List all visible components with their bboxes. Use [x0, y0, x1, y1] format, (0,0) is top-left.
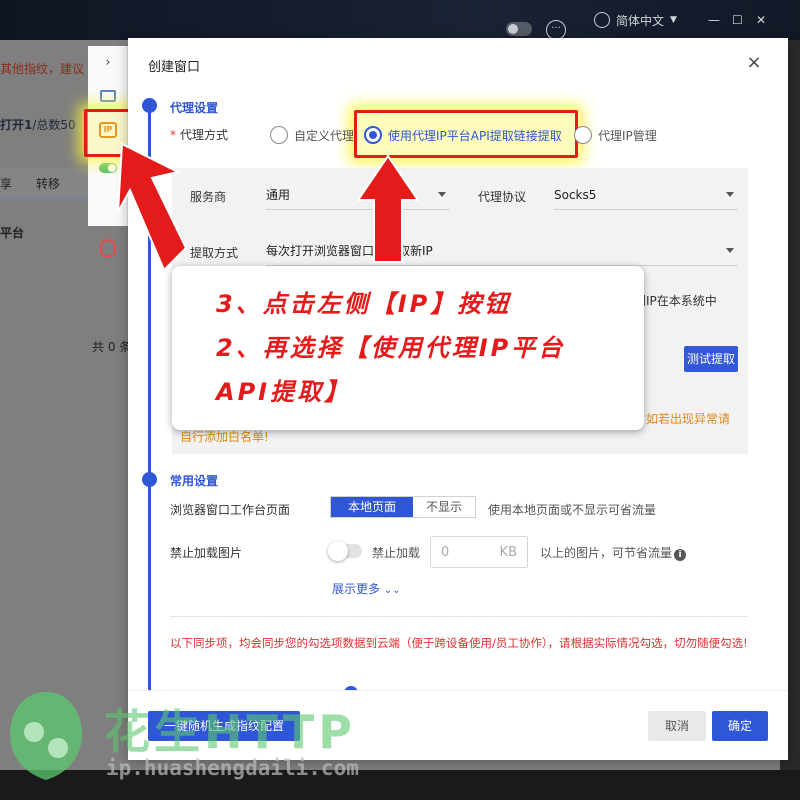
open-count: 打开1 [0, 118, 33, 132]
proxy-section-title: 代理设置 [170, 101, 219, 115]
section-dot-proxy [142, 98, 157, 113]
protocol-select[interactable]: Socks5 [554, 180, 738, 210]
language-label: 简体中文 [616, 13, 665, 28]
radio-proxy-ip-manage[interactable]: 代理IP管理 [574, 126, 657, 144]
monitor-icon[interactable] [98, 86, 118, 106]
dialog-title: 创建窗口 [148, 60, 201, 75]
test-extract-button[interactable]: 测试提取 [684, 346, 738, 372]
block-images-label: 禁止加载图片 [170, 546, 243, 560]
section-dot-common [142, 472, 157, 487]
proxy-mode-label: * 代理方式 [170, 128, 229, 142]
extract-mode-label: 提取方式 [190, 246, 239, 260]
support-chat-icon[interactable]: ··· [546, 20, 566, 40]
workbench-option-local[interactable]: 本地页面 [331, 497, 413, 517]
radio-api-extract[interactable]: 使用代理IP平台API提取链接提取 [364, 126, 562, 144]
column-share[interactable]: 享 [0, 175, 12, 192]
protocol-label: 代理协议 [478, 190, 527, 204]
brand-watermark: 花生HTTP [104, 705, 357, 759]
caret-down-icon [726, 248, 734, 253]
close-icon[interactable]: × [744, 52, 764, 73]
pagination-total: 共 0 条 [92, 340, 132, 354]
unit-label: KB [499, 544, 517, 560]
workbench-label: 浏览器窗口工作台页面 [170, 503, 291, 517]
theme-toggle[interactable] [506, 22, 532, 36]
radio-custom-proxy[interactable]: 自定义代理 [270, 126, 354, 144]
block-images-toggle-label: 禁止加载 [372, 546, 421, 560]
radio-circle-icon [574, 126, 592, 144]
sync-warning-note: 以下同步项，均会同步您的勾选项数据到云端（便于跨设备使用/员工协作），请根据实际… [170, 636, 748, 650]
image-size-hint: 以上的图片，可节省流量 i [540, 544, 687, 561]
common-section-title: 常用设置 [170, 474, 219, 488]
close-window-button[interactable]: ✕ [756, 0, 776, 40]
minimize-button[interactable]: — [708, 0, 728, 40]
workbench-hint: 使用本地页面或不显示可省流量 [488, 503, 657, 517]
show-more-link[interactable]: 展示更多 ⌄⌄ [332, 580, 401, 597]
fingerprint-icon[interactable] [98, 238, 118, 258]
column-transfer[interactable]: 转移 [36, 175, 60, 192]
section-divider [170, 616, 748, 617]
radio-circle-icon [270, 126, 288, 144]
workbench-segmented: 本地页面 不显示 [330, 496, 476, 518]
instruction-line-2: 2、再选择【使用代理IP平台 [216, 334, 566, 362]
caret-down-icon [438, 192, 446, 197]
background-notice: 其他指纹，建议 [0, 62, 85, 76]
instruction-line-3: API提取】 [216, 378, 352, 406]
extract-note-fragment: 到IP在本系统中 [634, 294, 717, 308]
whitelist-warning-right: 如若出现异常请 [646, 412, 731, 426]
total-count: /总数50 [32, 118, 76, 132]
title-bar: ··· 简体中文 ▼ — ☐ ✕ [0, 0, 800, 40]
extract-mode-select[interactable]: 每次打开浏览器窗口都提取新IP [266, 236, 738, 266]
workbench-option-hide[interactable]: 不显示 [413, 497, 475, 517]
background-count: 打开1/总数50 [0, 116, 76, 133]
column-platform: 平台 [0, 226, 25, 240]
globe-icon [594, 12, 610, 28]
radio-selected-icon [364, 126, 382, 144]
confirm-button[interactable]: 确定 [712, 711, 768, 741]
instruction-line-1: 3、点击左侧【IP】按钮 [216, 290, 512, 318]
chevron-right-icon[interactable]: › [98, 52, 118, 72]
block-images-toggle[interactable] [328, 541, 362, 561]
brand-logo-icon [10, 692, 82, 780]
switch-icon[interactable] [98, 158, 118, 178]
maximize-button[interactable]: ☐ [732, 0, 752, 40]
cancel-button[interactable]: 取消 [648, 711, 706, 741]
whitelist-warning-left: 自行添加白名单! [180, 430, 269, 444]
provider-select[interactable]: 通用 [266, 180, 450, 210]
chevron-down-icon: ▼ [670, 15, 677, 25]
provider-label: 服务商 [190, 190, 227, 204]
brand-url-watermark: ip.huashengdaili.com [106, 756, 359, 780]
language-selector[interactable]: 简体中文 ▼ [594, 0, 677, 40]
info-icon[interactable]: i [674, 549, 687, 561]
section-timeline [148, 106, 151, 696]
double-chevron-down-icon: ⌄⌄ [383, 585, 401, 596]
instruction-callout: 3、点击左侧【IP】按钮 2、再选择【使用代理IP平台 API提取】 [172, 266, 644, 430]
image-size-input[interactable]: 0 KB [430, 536, 528, 568]
caret-down-icon [726, 192, 734, 197]
